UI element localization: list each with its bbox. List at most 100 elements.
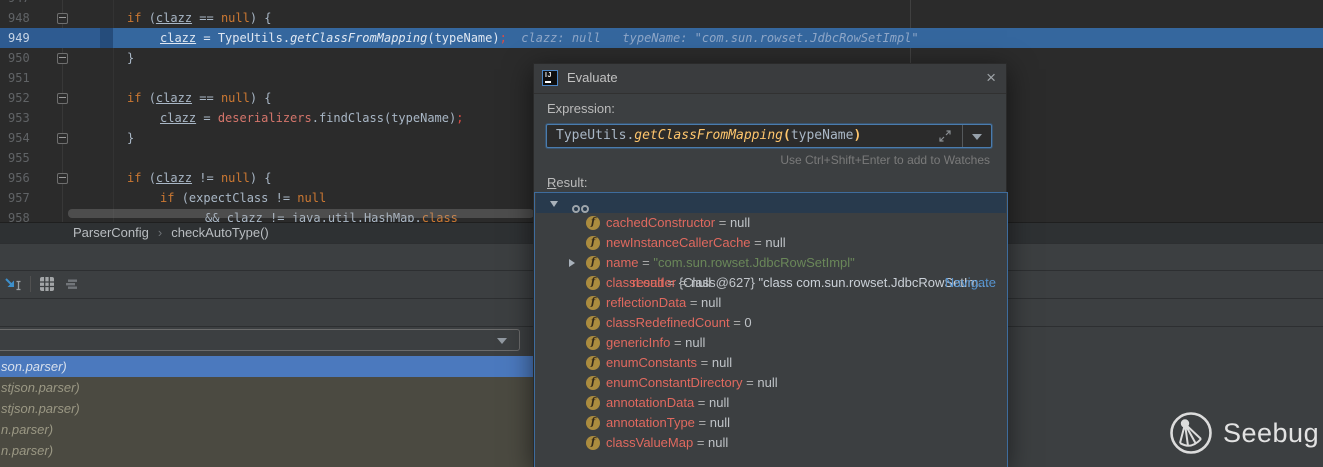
fold-marker-icon[interactable] — [57, 53, 68, 64]
fold-marker-icon[interactable] — [57, 173, 68, 184]
dialog-titlebar[interactable]: IJ Evaluate × — [534, 64, 1006, 94]
fold-marker-icon[interactable] — [57, 133, 68, 144]
tree-field-row[interactable]: fclassRedefinedCount = 0 — [536, 313, 1006, 333]
field-name: annotationData — [606, 395, 694, 410]
evaluate-dialog: IJ Evaluate × Expression: TypeUtils.getC… — [533, 63, 1007, 467]
stack-frame-row[interactable]: n.parser) — [0, 440, 534, 461]
code-token: ; — [500, 31, 507, 45]
code-token: if — [127, 171, 149, 185]
expand-arrow-icon[interactable] — [569, 259, 575, 267]
equals: = — [695, 415, 710, 430]
tree-field-text: newInstanceCallerCache = null — [606, 233, 786, 253]
breadcrumb-item[interactable]: checkAutoType() — [171, 225, 269, 240]
code-text: if (expectClass != null — [113, 188, 326, 208]
watches-hint: Use Ctrl+Shift+Enter to add to Watches — [780, 153, 990, 167]
code-token: clazz — [156, 11, 192, 25]
code-token: deserializers — [218, 111, 312, 125]
thread-selector-combo[interactable] — [0, 329, 520, 351]
code-text: clazz = TypeUtils.getClassFromMapping(ty… — [113, 28, 919, 48]
code-token: null — [221, 11, 250, 25]
tree-field-row[interactable]: freflectionData = null — [536, 293, 1006, 313]
code-token: ; — [456, 111, 463, 125]
expression-label: Expression: — [547, 101, 615, 116]
seebug-watermark: Seebug — [1168, 410, 1319, 456]
field-name: genericInfo — [606, 335, 670, 350]
fold-marker-icon[interactable] — [57, 13, 68, 24]
field-icon: f — [586, 336, 600, 350]
field-name: name — [606, 255, 639, 270]
breadcrumb-item[interactable]: ParserConfig — [73, 225, 149, 240]
code-text: if (clazz != null) { — [113, 168, 272, 188]
result-tree[interactable]: result = {Class@627} "class com.sun.rows… — [534, 192, 1008, 467]
frames-list[interactable]: son.parser)stjson.parser)stjson.parser)n… — [0, 356, 534, 467]
code-token: clazz — [156, 171, 192, 185]
expression-token: ( — [783, 128, 791, 143]
show-execution-point-icon[interactable] — [4, 276, 22, 292]
expression-text: TypeUtils.getClassFromMapping(typeName) — [556, 125, 861, 147]
field-value: null — [712, 355, 732, 370]
stack-frame-row[interactable]: n.parser) — [0, 419, 534, 440]
code-text: clazz = deserializers.findClass(typeName… — [113, 108, 463, 128]
evaluate-expression-icon[interactable] — [39, 276, 55, 292]
tree-field-row[interactable]: fannotationData = null — [536, 393, 1006, 413]
equals: = — [730, 315, 745, 330]
expression-token: ) — [853, 128, 861, 143]
code-token: clazz — [160, 31, 196, 45]
code-line: 948if (clazz == null) { — [0, 8, 1323, 28]
tree-field-row[interactable]: fclassLoader = null — [536, 273, 1006, 293]
expression-input[interactable]: TypeUtils.getClassFromMapping(typeName) — [546, 124, 992, 148]
tree-field-row[interactable]: fcachedConstructor = null — [536, 213, 1006, 233]
field-value: "com.sun.rowset.JdbcRowSetImpl" — [653, 255, 854, 270]
line-number[interactable]: 954 — [8, 128, 30, 148]
expression-token: typeName — [791, 128, 854, 143]
line-number[interactable]: 952 — [8, 88, 30, 108]
tree-field-row[interactable]: fgenericInfo = null — [536, 333, 1006, 353]
expand-field-icon[interactable] — [939, 130, 951, 142]
field-value: null — [757, 375, 777, 390]
code-token: TypeUtils. — [218, 31, 290, 45]
tree-field-text: reflectionData = null — [606, 293, 721, 313]
tree-field-row[interactable]: fname = "com.sun.rowset.JdbcRowSetImpl" — [536, 253, 1006, 273]
line-number[interactable]: 947 — [8, 0, 30, 8]
line-number[interactable]: 957 — [8, 188, 30, 208]
field-icon: f — [586, 436, 600, 450]
tree-field-row[interactable]: f newInstanceCallerCache = null — [536, 233, 1006, 253]
expression-token: getClassFromMapping — [634, 128, 783, 143]
code-token: if — [160, 191, 182, 205]
result-row[interactable]: result = {Class@627} "class com.sun.rows… — [536, 193, 1006, 213]
tree-field-row[interactable]: fclassValueMap = null — [536, 433, 1006, 453]
tree-field-row[interactable]: fenumConstantDirectory = null — [536, 373, 1006, 393]
equals: = — [715, 215, 730, 230]
stack-frame-row[interactable]: stjson.parser) — [0, 398, 534, 419]
field-value: null — [765, 235, 785, 250]
close-icon[interactable]: × — [986, 64, 996, 92]
equals: = — [686, 295, 701, 310]
line-number[interactable]: 950 — [8, 48, 30, 68]
equals: = — [639, 255, 654, 270]
horizontal-scrollbar[interactable] — [68, 209, 534, 218]
line-number[interactable]: 951 — [8, 68, 30, 88]
code-token: ( — [149, 91, 156, 105]
line-number[interactable]: 948 — [8, 8, 30, 28]
layout-settings-icon[interactable] — [64, 276, 80, 292]
field-icon: f — [586, 236, 600, 250]
line-number[interactable]: 958 — [8, 208, 30, 222]
equals: = — [676, 275, 691, 290]
tree-field-row[interactable]: fannotationType = null — [536, 413, 1006, 433]
field-value: null — [710, 415, 730, 430]
code-token: null — [221, 171, 250, 185]
code-token: } — [127, 131, 134, 145]
line-number[interactable]: 949 — [8, 28, 30, 48]
line-number[interactable]: 953 — [8, 108, 30, 128]
line-number[interactable]: 956 — [8, 168, 30, 188]
collapse-arrow-icon[interactable] — [550, 201, 558, 207]
stack-frame-row[interactable]: son.parser) — [0, 356, 534, 377]
line-number[interactable]: 955 — [8, 148, 30, 168]
fold-marker-icon[interactable] — [57, 93, 68, 104]
stack-frame-row[interactable]: stjson.parser) — [0, 377, 534, 398]
field-value: null — [709, 395, 729, 410]
field-name: cachedConstructor — [606, 215, 715, 230]
tree-field-row[interactable]: fenumConstants = null — [536, 353, 1006, 373]
expression-token: TypeUtils. — [556, 128, 634, 143]
history-dropdown-icon[interactable] — [972, 134, 982, 140]
